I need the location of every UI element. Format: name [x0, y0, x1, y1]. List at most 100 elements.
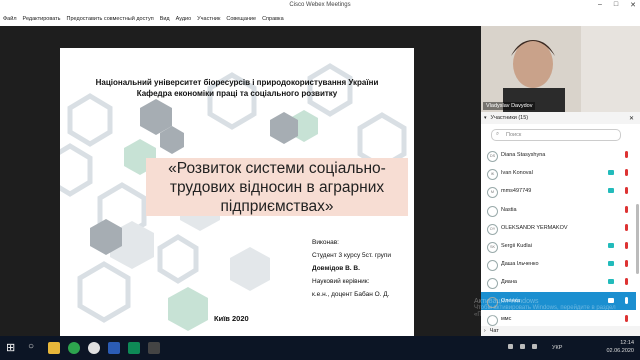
slide-header-university: Національний університет біоресурсів і п… — [95, 78, 379, 87]
presentation-slide: Національний університет біоресурсів і п… — [60, 48, 414, 344]
word-icon[interactable] — [108, 342, 120, 354]
participant-row[interactable]: Диана — [481, 273, 636, 291]
participant-row[interactable]: SK Sergii Kudlai — [481, 237, 636, 255]
avatar: OY — [487, 223, 498, 235]
chat-label: Чат — [489, 328, 499, 334]
menu-help[interactable]: Справка — [259, 16, 287, 22]
slide-performed-label: Виконав: — [312, 239, 339, 246]
participants-list: DS Diana Stasyshyna IK Ivan Konoval Mmms4977… — [481, 146, 636, 328]
microphone-muted-icon[interactable] — [625, 151, 628, 158]
participant-name: Nastia — [501, 206, 517, 213]
participant-row[interactable]: Mmms497749 — [481, 182, 636, 200]
participants-panel-header[interactable]: ▾ Участники (15) ✕ — [481, 112, 640, 124]
avatar — [487, 278, 498, 290]
menu-participant[interactable]: Участник — [194, 16, 223, 22]
participant-name: Sergii Kudlai — [501, 242, 532, 249]
window-title: Cisco Webex Meetings — [289, 2, 351, 8]
menu-share[interactable]: Предоставить совместный доступ — [64, 16, 157, 22]
clock-date: 02.06.2020 — [606, 348, 634, 354]
chat-panel-header[interactable]: › Чат — [481, 326, 640, 336]
slide-advisor: к.е.н., доцент Бaбан О. Д. — [312, 291, 390, 298]
windows-start-icon[interactable]: ⊞ — [6, 341, 18, 354]
chrome-icon[interactable] — [68, 342, 80, 354]
search-placeholder: Поиск — [506, 132, 522, 138]
microphone-muted-icon[interactable] — [625, 241, 628, 249]
camera-icon[interactable] — [608, 279, 614, 285]
search-icon[interactable]: ○ — [28, 341, 40, 353]
participant-name: mms497749 — [501, 188, 532, 195]
slide-header-department: Кафедра економіки праці та соціального р… — [136, 89, 338, 98]
participant-row[interactable]: Оленка — [481, 291, 636, 310]
avatar — [487, 260, 498, 272]
tray-network-icon[interactable] — [508, 344, 513, 349]
slide-student-info: Студент 3 курсу 5ст. групи — [312, 252, 392, 259]
participant-name: Диана — [501, 279, 517, 286]
participant-name: Ivan Konoval — [501, 170, 533, 177]
tray-battery-icon[interactable] — [532, 344, 537, 349]
camera-icon[interactable] — [608, 261, 614, 267]
participant-video[interactable]: Vladyslav Davydov — [481, 26, 640, 112]
menu-file[interactable]: Файл — [0, 16, 20, 22]
menu-view[interactable]: Вид — [157, 16, 173, 22]
search-icon: ⌕ — [496, 131, 500, 137]
maximize-button[interactable]: □ — [614, 1, 618, 9]
microphone-muted-icon[interactable] — [625, 278, 628, 286]
close-icon[interactable]: ✕ — [629, 115, 634, 122]
video-name-label: Vladyslav Davydov — [483, 102, 536, 110]
windows-taskbar: ⊞ ○ УКР 12:14 02.06.2020 — [0, 336, 640, 360]
avatar: IK — [487, 169, 498, 181]
video-person-image — [481, 26, 640, 112]
camera-icon[interactable] — [608, 188, 614, 194]
camera-icon[interactable] — [608, 170, 614, 176]
microphone-muted-icon[interactable] — [625, 260, 628, 268]
participant-row[interactable]: IK Ivan Konoval — [481, 164, 636, 182]
slide-title-line-2: трудових відносин в аграрних — [169, 179, 385, 196]
participant-row[interactable]: OY OLEKSANDR YERMAKOV — [481, 219, 636, 237]
participant-name: Diana Stasyshyna — [501, 152, 546, 158]
shared-content-area: Національний університет біоресурсів і п… — [0, 26, 481, 344]
microphone-muted-icon[interactable] — [625, 296, 628, 304]
slide-advisor-label: Науковий керівник: — [312, 278, 370, 285]
microphone-muted-icon[interactable] — [625, 223, 628, 231]
clock-time: 12:14 — [620, 340, 634, 346]
file-explorer-icon[interactable] — [48, 342, 60, 354]
slide-title-line-3: підприємствах» — [220, 198, 334, 215]
app-icon[interactable] — [148, 342, 160, 354]
menu-meeting[interactable]: Совещание — [223, 16, 259, 22]
tray-volume-icon[interactable] — [520, 344, 525, 349]
menu-edit[interactable]: Редактировать — [20, 16, 64, 22]
language-indicator[interactable]: УКР — [552, 345, 562, 351]
avatar — [487, 296, 498, 308]
participant-name: Даша Ільченко — [501, 261, 539, 268]
microphone-muted-icon[interactable] — [625, 314, 628, 322]
avatar: DS — [487, 151, 498, 162]
participant-row[interactable]: Даша Ільченко — [481, 255, 636, 273]
slide-student-name: Довмідов В. В. — [312, 265, 360, 272]
title-bar: Cisco Webex Meetings – □ ✕ — [0, 0, 640, 11]
participant-row[interactable]: Nastia — [481, 201, 636, 219]
participant-row[interactable]: DS Diana Stasyshyna — [481, 146, 636, 164]
avatar: M — [487, 187, 498, 199]
webex-icon[interactable] — [128, 342, 140, 354]
microphone-muted-icon[interactable] — [625, 169, 628, 177]
chevron-right-icon: › — [484, 328, 486, 334]
browser-icon[interactable] — [88, 342, 100, 354]
participant-name: ммс — [501, 315, 512, 322]
participant-search-input[interactable]: ⌕ Поиск — [491, 129, 621, 141]
slide-title-line-1: «Розвиток системи соціально- — [168, 160, 386, 177]
clock[interactable]: 12:14 02.06.2020 — [606, 339, 634, 355]
slide-city-year: Київ 2020 — [214, 314, 249, 323]
microphone-muted-icon[interactable] — [625, 187, 628, 195]
menu-bar: Файл Редактировать Предоставить совместн… — [0, 11, 640, 27]
camera-icon[interactable] — [608, 297, 614, 303]
close-button[interactable]: ✕ — [630, 1, 636, 9]
participants-title: Участники (15) — [490, 115, 529, 121]
avatar: SK — [487, 241, 498, 253]
menu-audio[interactable]: Аудио — [173, 16, 195, 22]
participants-scrollbar[interactable] — [636, 204, 639, 274]
participant-name: Оленка — [501, 297, 521, 304]
microphone-muted-icon[interactable] — [625, 205, 628, 213]
minimize-button[interactable]: – — [598, 1, 602, 9]
camera-icon[interactable] — [608, 242, 614, 248]
window-controls: – □ ✕ — [598, 1, 636, 9]
